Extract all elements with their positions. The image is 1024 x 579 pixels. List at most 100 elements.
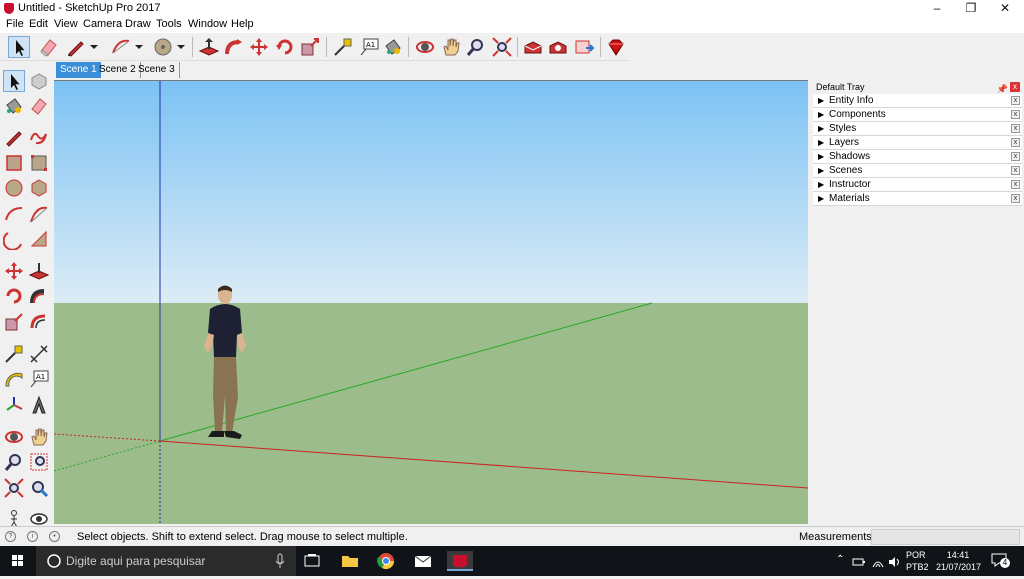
input-language[interactable]: POR PTB2 <box>906 549 929 573</box>
tape-measure-icon[interactable] <box>3 343 25 365</box>
polygon-icon[interactable] <box>28 177 50 199</box>
panel-close-button[interactable]: x <box>1011 96 1020 105</box>
measurements-input[interactable] <box>871 529 1020 545</box>
paint-bucket-icon[interactable] <box>3 95 25 117</box>
tab-scene-3[interactable]: Scene 3 <box>134 62 180 78</box>
freehand-icon[interactable] <box>28 126 50 148</box>
scale-icon[interactable] <box>3 311 25 333</box>
panel-close-button[interactable]: x <box>1011 194 1020 203</box>
eraser-icon[interactable] <box>28 95 50 117</box>
drawing-viewport[interactable] <box>54 80 808 524</box>
move-icon[interactable] <box>3 260 25 282</box>
sketchup-taskbar-icon[interactable] <box>447 551 473 571</box>
text-icon[interactable]: A1 <box>28 368 50 390</box>
previous-view-icon[interactable] <box>28 477 50 499</box>
credits-icon[interactable]: i <box>27 531 38 542</box>
panel-close-button[interactable]: x <box>1011 152 1020 161</box>
line-icon[interactable] <box>3 126 25 148</box>
mail-icon[interactable] <box>412 551 434 571</box>
user-icon[interactable]: • <box>49 531 60 542</box>
push-pull-icon[interactable] <box>28 260 50 282</box>
protractor-icon[interactable] <box>3 368 25 390</box>
offset-icon[interactable] <box>28 311 50 333</box>
tab-scene-1[interactable]: Scene 1 <box>56 62 101 78</box>
pencil-line-icon[interactable] <box>65 36 87 58</box>
rotate-icon[interactable] <box>274 36 296 58</box>
push-pull-icon[interactable] <box>198 36 220 58</box>
move-icon[interactable] <box>248 36 270 58</box>
circle-icon[interactable] <box>3 177 25 199</box>
panel-materials[interactable]: ▶ Materials x <box>813 192 1022 206</box>
panel-close-button[interactable]: x <box>1011 166 1020 175</box>
send-to-layout-icon[interactable] <box>573 36 595 58</box>
menu-file[interactable]: File <box>6 18 24 30</box>
chrome-icon[interactable] <box>375 551 397 571</box>
panel-components[interactable]: ▶ Components x <box>813 108 1022 122</box>
arc-icon[interactable] <box>3 203 25 225</box>
show-hidden-icons-icon[interactable]: ⌃ <box>836 554 844 565</box>
windows-start-button[interactable] <box>0 546 36 576</box>
geo-location-icon[interactable]: ? <box>5 531 16 542</box>
three-point-arc-icon[interactable] <box>28 228 50 250</box>
dropdown-icon[interactable] <box>175 36 187 58</box>
text-icon[interactable]: A1 <box>358 36 380 58</box>
menu-window[interactable]: Window <box>188 18 227 30</box>
follow-me-icon[interactable] <box>223 36 245 58</box>
file-explorer-icon[interactable] <box>339 551 361 571</box>
make-component-icon[interactable] <box>28 70 50 92</box>
axes-icon[interactable] <box>3 394 25 416</box>
zoom-extents-icon[interactable] <box>3 477 25 499</box>
rectangle-icon[interactable] <box>3 152 25 174</box>
menu-help[interactable]: Help <box>231 18 254 30</box>
panel-shadows[interactable]: ▶ Shadows x <box>813 150 1022 164</box>
close-button[interactable]: ✕ <box>988 0 1022 17</box>
paint-bucket-icon[interactable] <box>382 36 404 58</box>
menu-view[interactable]: View <box>54 18 78 30</box>
circle-icon[interactable] <box>152 36 174 58</box>
panel-close-button[interactable]: x <box>1011 180 1020 189</box>
zoom-extents-icon[interactable] <box>491 36 513 58</box>
warehouse-icon[interactable] <box>522 36 544 58</box>
orbit-icon[interactable] <box>3 426 25 448</box>
menu-camera[interactable]: Camera <box>83 18 122 30</box>
action-center-icon[interactable]: 4 <box>990 552 1010 568</box>
panel-close-button[interactable]: x <box>1011 124 1020 133</box>
rotate-icon[interactable] <box>3 285 25 307</box>
zoom-icon[interactable] <box>465 36 487 58</box>
zoom-window-icon[interactable] <box>28 451 50 473</box>
taskbar-search[interactable]: Digite aqui para pesquisar <box>36 546 296 576</box>
eraser-icon[interactable] <box>38 36 60 58</box>
panel-layers[interactable]: ▶ Layers x <box>813 136 1022 150</box>
menu-edit[interactable]: Edit <box>29 18 48 30</box>
panel-scenes[interactable]: ▶ Scenes x <box>813 164 1022 178</box>
dropdown-icon[interactable] <box>88 36 100 58</box>
dropdown-icon[interactable] <box>133 36 145 58</box>
panel-entity-info[interactable]: ▶ Entity Info x <box>813 94 1022 108</box>
panel-instructor[interactable]: ▶ Instructor x <box>813 178 1022 192</box>
close-tray-button[interactable]: x <box>1010 82 1020 92</box>
arc-icon[interactable] <box>110 36 132 58</box>
ruby-icon[interactable] <box>605 36 627 58</box>
panel-close-button[interactable]: x <box>1011 138 1020 147</box>
minimize-button[interactable]: – <box>920 0 954 17</box>
dimension-icon[interactable] <box>28 343 50 365</box>
select-icon[interactable] <box>8 36 30 58</box>
panel-close-button[interactable]: x <box>1011 110 1020 119</box>
tape-measure-icon[interactable] <box>332 36 354 58</box>
two-point-arc-icon[interactable] <box>28 203 50 225</box>
menu-draw[interactable]: Draw <box>125 18 151 30</box>
restore-button[interactable]: ❐ <box>954 0 988 17</box>
zoom-icon[interactable] <box>3 451 25 473</box>
follow-me-icon[interactable] <box>28 285 50 307</box>
menu-tools[interactable]: Tools <box>156 18 182 30</box>
select-icon[interactable] <box>3 70 25 92</box>
pie-icon[interactable] <box>2 228 25 251</box>
scale-icon[interactable] <box>299 36 321 58</box>
system-clock[interactable]: 14:41 21/07/2017 <box>936 549 981 573</box>
extension-warehouse-icon[interactable] <box>547 36 569 58</box>
3d-text-icon[interactable] <box>28 394 50 416</box>
pan-icon[interactable] <box>440 36 462 58</box>
pan-icon[interactable] <box>28 426 50 448</box>
orbit-icon[interactable] <box>414 36 436 58</box>
panel-styles[interactable]: ▶ Styles x <box>813 122 1022 136</box>
